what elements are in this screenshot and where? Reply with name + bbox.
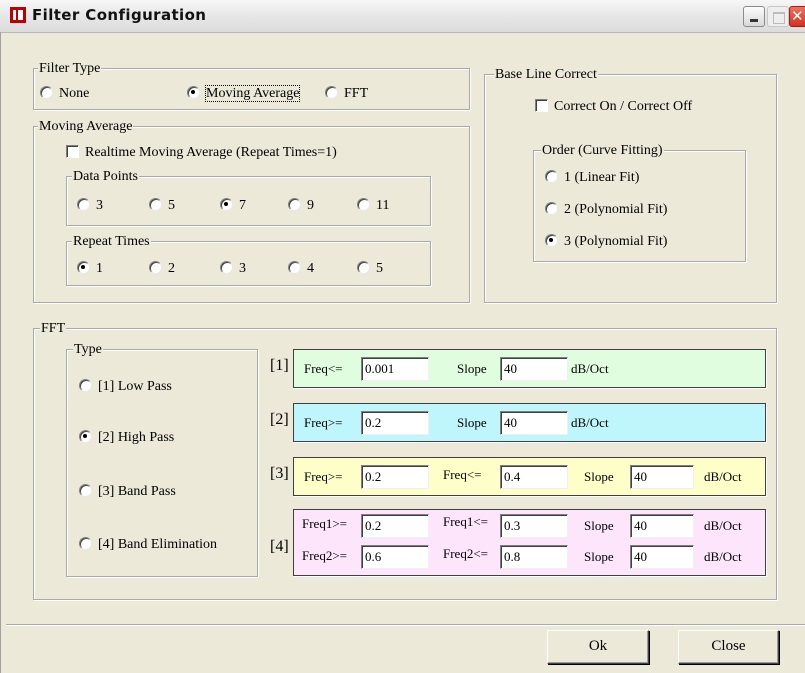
band-pass-slope-input[interactable]: 40 <box>630 465 694 489</box>
window-border <box>0 32 1 673</box>
band-elim-slope2-input[interactable]: 40 <box>630 545 694 569</box>
filter-type-none-radio[interactable]: None <box>40 86 89 102</box>
high-pass-freq-input[interactable]: 0.2 <box>361 411 429 435</box>
ok-button[interactable]: Ok <box>547 630 649 664</box>
close-window-button[interactable]: ✕ <box>789 6 805 27</box>
radio-selected-icon <box>220 198 233 211</box>
minimize-button[interactable] <box>743 6 765 27</box>
maximize-button <box>767 6 789 27</box>
high-pass-slope-input[interactable]: 40 <box>500 411 568 435</box>
realtime-moving-average-checkbox[interactable]: Realtime Moving Average (Repeat Times=1) <box>66 145 337 161</box>
data-points-9-radio[interactable]: 9 <box>288 198 314 214</box>
band-pass-index: [3] <box>270 465 289 482</box>
data-points-5-radio[interactable]: 5 <box>149 198 175 214</box>
maximize-icon <box>773 12 785 24</box>
data-points-legend: Data Points <box>72 169 139 185</box>
radio-icon <box>149 261 162 274</box>
band-elim-freq2-low-input[interactable]: 0.6 <box>361 545 429 569</box>
radio-icon <box>325 86 338 99</box>
fft-high-pass-radio[interactable]: [2] High Pass <box>79 430 174 446</box>
radio-icon <box>545 170 558 183</box>
data-points-11-radio[interactable]: 11 <box>357 198 389 214</box>
radio-icon <box>149 198 162 211</box>
repeat-times-3-radio[interactable]: 3 <box>220 261 246 277</box>
low-pass-unit: dB/Oct <box>571 361 609 376</box>
band-elim-index: [4] <box>270 538 289 555</box>
fft-band-elimination-radio[interactable]: [4] Band Elimination <box>79 537 217 553</box>
band-pass-freq-low-label: Freq>= <box>304 469 343 484</box>
radio-icon <box>77 198 90 211</box>
radio-icon <box>79 484 92 497</box>
low-pass-slope-label: Slope <box>457 361 487 376</box>
bottom-separator <box>6 624 805 626</box>
radio-icon <box>288 198 301 211</box>
band-pass-slope-label: Slope <box>584 469 614 484</box>
order-1-radio[interactable]: 1 (Linear Fit) <box>545 170 639 186</box>
band-elim-unit1: dB/Oct <box>704 518 742 533</box>
app-icon <box>10 7 26 23</box>
band-elim-slope2-label: Slope <box>584 549 614 564</box>
high-pass-index: [2] <box>270 411 289 428</box>
repeat-times-5-radio[interactable]: 5 <box>357 261 383 277</box>
order-legend: Order (Curve Fitting) <box>541 143 664 159</box>
filter-type-legend: Filter Type <box>38 61 102 77</box>
band-pass-unit: dB/Oct <box>704 469 742 484</box>
filter-type-moving-average-radio[interactable]: Moving Average <box>187 85 301 102</box>
minimize-icon <box>750 19 758 22</box>
repeat-times-4-radio[interactable]: 4 <box>288 261 314 277</box>
high-pass-freq-label: Freq>= <box>304 415 343 430</box>
radio-icon <box>545 202 558 215</box>
low-pass-freq-input[interactable]: 0.001 <box>361 357 429 381</box>
radio-selected-icon <box>545 234 558 247</box>
filter-type-fft-radio[interactable]: FFT <box>325 86 368 102</box>
low-pass-slope-input[interactable]: 40 <box>500 357 568 381</box>
radio-icon <box>220 261 233 274</box>
radio-icon <box>40 86 53 99</box>
radio-icon <box>357 198 370 211</box>
moving-average-legend: Moving Average <box>38 119 134 135</box>
band-pass-freq-high-label: Freq<= <box>443 467 482 482</box>
band-elim-freq2-high-label: Freq2<= <box>443 546 488 561</box>
band-elim-freq1-high-label: Freq1<= <box>443 514 488 529</box>
band-elim-freq1-low-label: Freq1>= <box>302 516 347 531</box>
high-pass-slope-label: Slope <box>457 415 487 430</box>
band-elim-freq2-high-input[interactable]: 0.8 <box>500 545 568 569</box>
baseline-correct-legend: Base Line Correct <box>494 67 598 83</box>
low-pass-freq-label: Freq<= <box>304 361 343 376</box>
window-title: Filter Configuration <box>32 6 207 24</box>
fft-low-pass-radio[interactable]: [1] Low Pass <box>79 379 172 395</box>
close-icon: ✕ <box>791 7 804 25</box>
data-points-3-radio[interactable]: 3 <box>77 198 103 214</box>
band-elim-freq1-high-input[interactable]: 0.3 <box>500 514 568 538</box>
repeat-times-1-radio[interactable]: 1 <box>77 261 103 277</box>
order-2-radio[interactable]: 2 (Polynomial Fit) <box>545 202 667 218</box>
low-pass-index: [1] <box>270 357 289 374</box>
baseline-correct-checkbox[interactable]: Correct On / Correct Off <box>535 99 692 115</box>
fft-legend: FFT <box>40 321 67 337</box>
band-pass-freq-low-input[interactable]: 0.2 <box>361 465 429 489</box>
band-elim-slope1-input[interactable]: 40 <box>630 514 694 538</box>
radio-icon <box>79 537 92 550</box>
checkbox-icon <box>66 145 79 158</box>
fft-band-pass-radio[interactable]: [3] Band Pass <box>79 484 176 500</box>
repeat-times-2-radio[interactable]: 2 <box>149 261 175 277</box>
band-elim-freq1-low-input[interactable]: 0.2 <box>361 514 429 538</box>
radio-icon <box>288 261 301 274</box>
radio-selected-icon <box>79 430 92 443</box>
band-elim-slope1-label: Slope <box>584 518 614 533</box>
close-button[interactable]: Close <box>678 630 779 664</box>
order-3-radio[interactable]: 3 (Polynomial Fit) <box>545 234 667 250</box>
fft-type-legend: Type <box>73 342 103 358</box>
data-points-7-radio[interactable]: 7 <box>220 198 246 214</box>
radio-selected-icon <box>77 261 90 274</box>
band-elim-freq2-low-label: Freq2>= <box>302 548 347 563</box>
radio-icon <box>79 379 92 392</box>
radio-selected-icon <box>187 86 200 99</box>
repeat-times-legend: Repeat Times <box>72 234 151 250</box>
radio-icon <box>357 261 370 274</box>
checkbox-icon <box>535 99 548 112</box>
band-pass-freq-high-input[interactable]: 0.4 <box>500 465 568 489</box>
high-pass-unit: dB/Oct <box>571 415 609 430</box>
band-elim-unit2: dB/Oct <box>704 549 742 564</box>
